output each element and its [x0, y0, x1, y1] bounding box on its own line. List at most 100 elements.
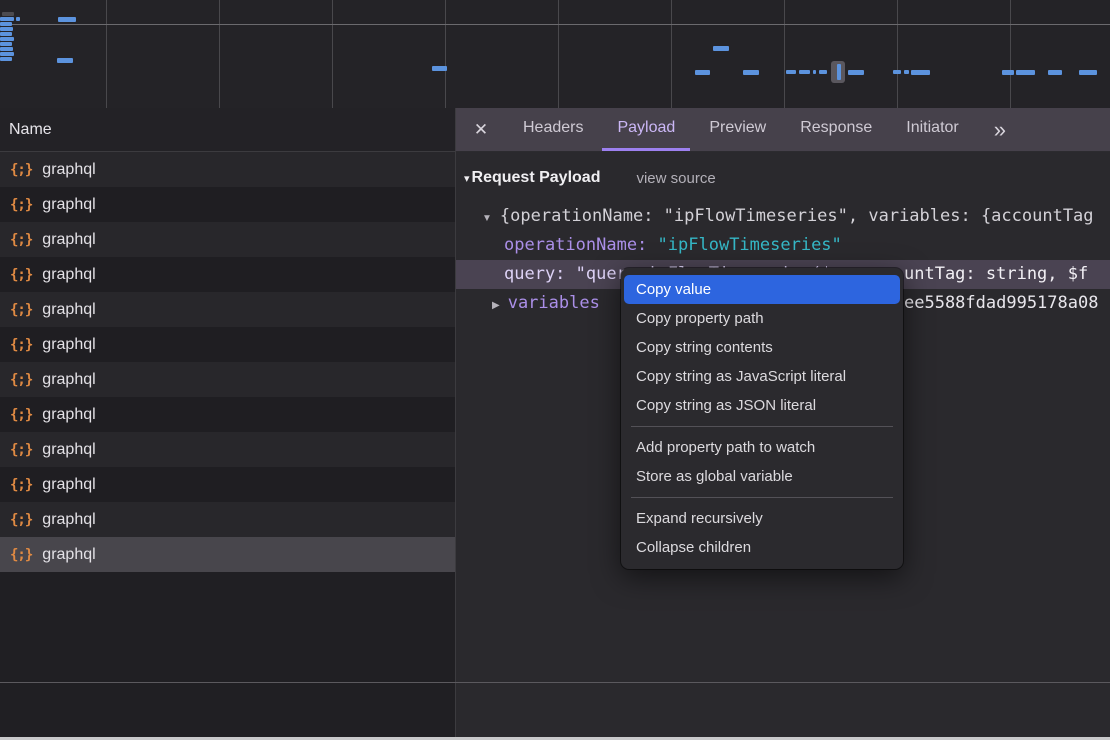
tab-payload[interactable]: Payload — [602, 108, 690, 151]
json-file-icon: {;} — [10, 512, 32, 528]
overview-gridline — [332, 0, 333, 108]
json-file-icon: {;} — [10, 232, 32, 248]
menu-separator — [631, 426, 893, 427]
menu-item-copy-string-as-json-literal[interactable]: Copy string as JSON literal — [624, 391, 900, 420]
devtools-window: Name {;}graphql{;}graphql{;}graphql{;}gr… — [0, 0, 1110, 740]
property-key: operationName: — [504, 235, 647, 255]
waterfall-bar — [58, 17, 76, 22]
waterfall-bar — [799, 70, 810, 74]
waterfall-bar — [0, 37, 14, 41]
request-rows: {;} graphql {;} graphql {;} graphql {;} graphql… — [0, 152, 455, 572]
waterfall-bar — [786, 70, 796, 74]
waterfall-bar — [837, 64, 841, 80]
close-icon[interactable]: ✕ — [456, 108, 506, 151]
waterfall-bar — [813, 70, 816, 74]
tab-headers[interactable]: Headers — [508, 108, 598, 151]
network-overview[interactable] — [0, 0, 1110, 109]
table-row[interactable]: {;}graphql — [0, 152, 455, 187]
table-row[interactable]: {;} graphql — [0, 187, 455, 222]
tab-preview[interactable]: Preview — [694, 108, 781, 151]
waterfall-bar — [904, 70, 909, 74]
overview-gridline — [897, 0, 898, 108]
waterfall-bar — [893, 70, 901, 74]
table-row[interactable]: {;} graphql — [0, 397, 455, 432]
request-name: graphql — [42, 546, 95, 564]
request-name: graphql — [42, 196, 95, 214]
request-name: graphql — [42, 231, 95, 249]
overview-gridline — [558, 0, 559, 108]
waterfall-bar — [0, 32, 12, 36]
table-row[interactable]: {;} graphql — [0, 362, 455, 397]
section-title: Request Payload — [472, 169, 601, 187]
network-request-list: Name {;}graphql{;}graphql{;}graphql{;}gr… — [0, 108, 455, 740]
waterfall-bar — [0, 52, 14, 56]
tab-response[interactable]: Response — [785, 108, 887, 151]
payload-root-row[interactable]: ▼ {operationName: "ipFlowTimeseries", var… — [456, 202, 1110, 231]
waterfall-bar — [0, 22, 12, 26]
waterfall-bar — [0, 47, 13, 51]
json-file-icon: {;} — [10, 197, 32, 213]
request-name: graphql — [42, 301, 95, 319]
request-name: graphql — [42, 371, 95, 389]
overview-gridline — [445, 0, 446, 108]
waterfall-bar — [1016, 70, 1035, 75]
table-row[interactable]: {;} graphql — [0, 292, 455, 327]
detail-tab-bar: ✕ HeadersPayloadPreviewResponseInitiator… — [456, 108, 1110, 152]
waterfall-bar — [0, 27, 13, 31]
summary-divider — [0, 682, 1110, 683]
expanded-triangle-icon[interactable]: ▼ — [482, 213, 492, 224]
panel-splitter[interactable] — [455, 108, 456, 740]
payload-preview-text: {operationName: "ipFlowTimeseries", vari… — [500, 206, 1094, 226]
waterfall-bar — [713, 46, 729, 51]
more-tabs-icon[interactable]: » — [982, 108, 1018, 151]
json-file-icon: {;} — [10, 337, 32, 353]
json-file-icon: {;} — [10, 302, 32, 318]
property-key: variables — [508, 293, 600, 313]
waterfall-bar — [1002, 70, 1014, 75]
property-value: "ipFlowTimeseries" — [658, 235, 842, 255]
table-row[interactable]: {;} graphql — [0, 467, 455, 502]
menu-item-copy-value[interactable]: Copy value — [624, 275, 900, 304]
waterfall-bar — [16, 17, 20, 21]
tab-initiator[interactable]: Initiator — [891, 108, 973, 151]
request-name: graphql — [42, 161, 95, 179]
menu-item-collapse-children[interactable]: Collapse children — [624, 533, 900, 562]
operation-name-row[interactable]: operationName: "ipFlowTimeseries" — [456, 231, 1110, 260]
table-row[interactable]: {;} graphql — [0, 327, 455, 362]
view-source-link[interactable]: view source — [636, 170, 715, 187]
request-name: graphql — [42, 476, 95, 494]
menu-item-add-property-path-to-watch[interactable]: Add property path to watch — [624, 433, 900, 462]
menu-item-store-as-global-variable[interactable]: Store as global variable — [624, 462, 900, 491]
variables-text-right: ee5588fdad995178a08 — [904, 289, 1098, 318]
menu-item-copy-string-contents[interactable]: Copy string contents — [624, 333, 900, 362]
waterfall-bar — [1048, 70, 1062, 75]
table-row[interactable]: {;}graphql — [0, 432, 455, 467]
json-file-icon: {;} — [10, 547, 32, 563]
menu-item-expand-recursively[interactable]: Expand recursively — [624, 504, 900, 533]
overview-gridline — [784, 0, 785, 108]
table-row[interactable]: {;} graphql — [0, 502, 455, 537]
request-name: graphql — [42, 511, 95, 529]
json-file-icon: {;} — [10, 477, 32, 493]
json-file-icon: {;} — [10, 407, 32, 423]
json-file-icon: {;} — [10, 372, 32, 388]
table-row[interactable]: {;} graphql — [0, 222, 455, 257]
menu-separator — [631, 497, 893, 498]
query-text-right: untTag: string, $f — [904, 260, 1088, 289]
request-payload-section-header[interactable]: ▾ Request Payload view source — [456, 164, 1110, 192]
name-column-header[interactable]: Name — [0, 108, 455, 152]
table-row[interactable]: {;}graphql — [0, 257, 455, 292]
waterfall-bar — [0, 42, 12, 46]
request-name: graphql — [42, 336, 95, 354]
request-name: graphql — [42, 406, 95, 424]
json-file-icon: {;} — [10, 267, 32, 283]
menu-item-copy-property-path[interactable]: Copy property path — [624, 304, 900, 333]
collapsed-triangle-icon[interactable]: ▶ — [492, 300, 500, 311]
waterfall-bar — [743, 70, 759, 75]
menu-item-copy-string-as-javascript-literal[interactable]: Copy string as JavaScript literal — [624, 362, 900, 391]
overview-gridline — [106, 0, 107, 108]
waterfall-bar — [0, 17, 14, 21]
waterfall-bar — [432, 66, 447, 71]
table-row[interactable]: {;} graphql — [0, 537, 455, 572]
waterfall-bar — [848, 70, 864, 75]
